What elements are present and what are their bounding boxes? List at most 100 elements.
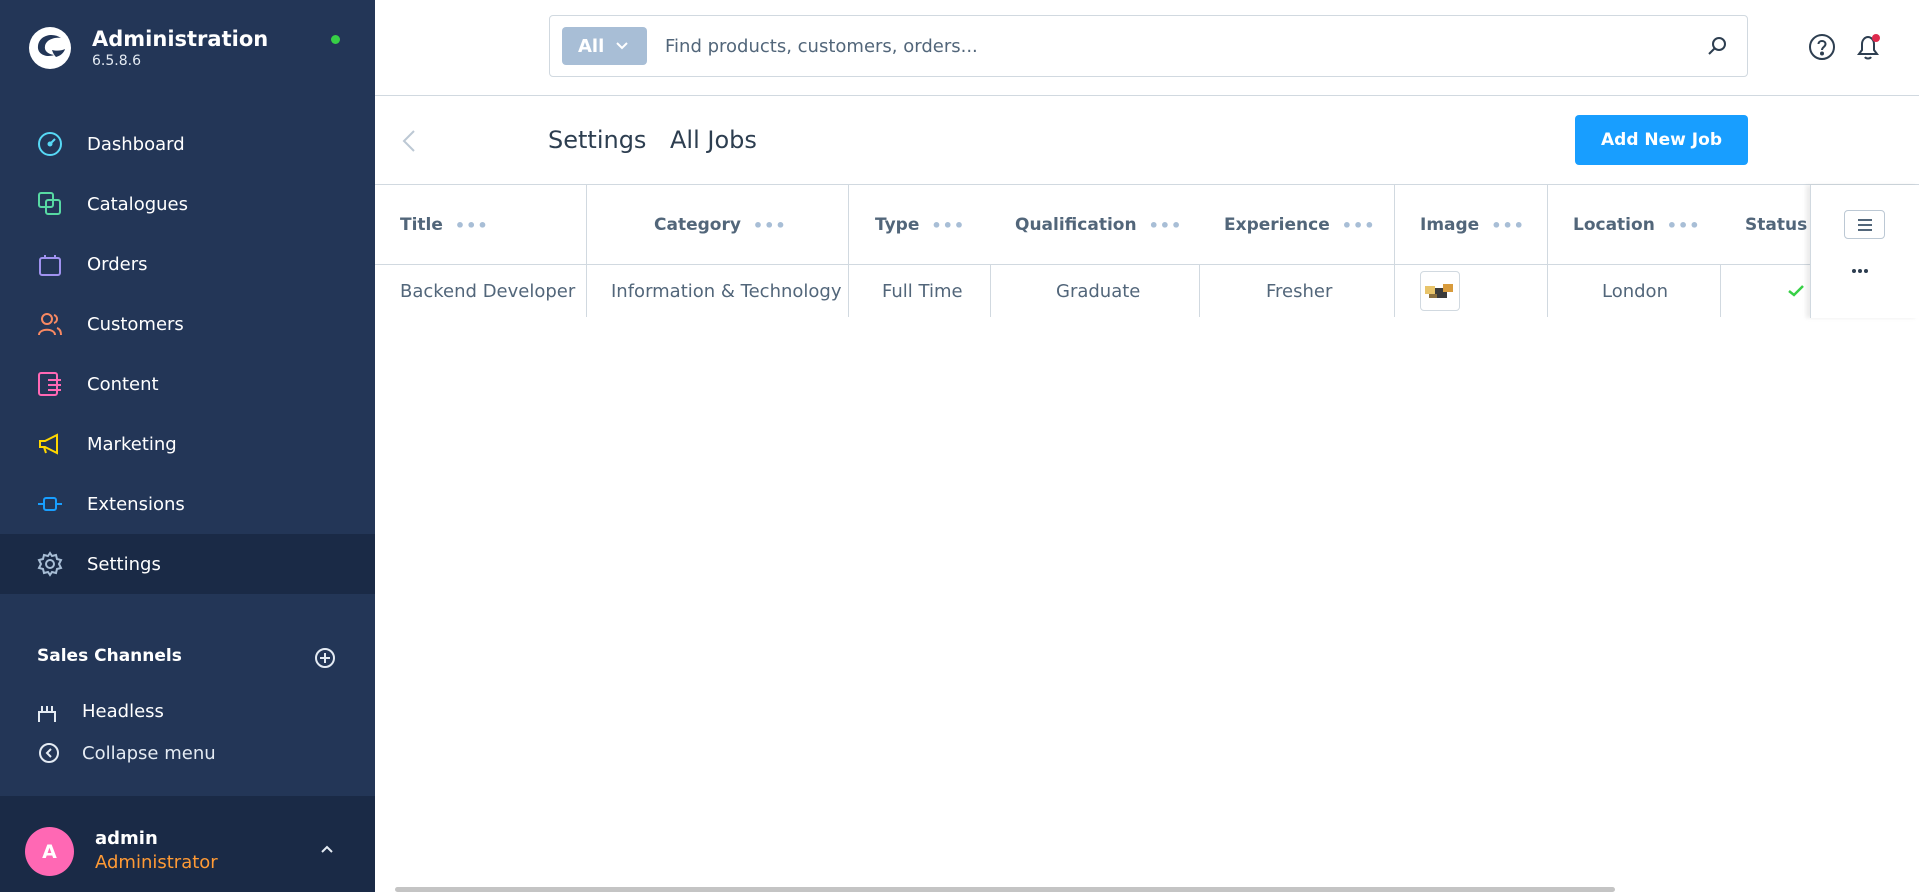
user-role: Administrator <box>95 852 218 873</box>
app-version: 6.5.8.6 <box>92 53 141 69</box>
status-indicator <box>331 35 340 44</box>
column-header-image[interactable]: Image ••• <box>1420 185 1525 265</box>
column-menu-icon[interactable]: ••• <box>1667 216 1701 235</box>
column-header-label: Title <box>400 215 443 235</box>
column-header-label: Experience <box>1224 215 1330 235</box>
breadcrumb-settings[interactable]: Settings <box>548 126 646 154</box>
column-header-label: Location <box>1573 215 1655 235</box>
table-row[interactable]: Backend Developer Information & Technolo… <box>375 265 1919 317</box>
column-divider <box>586 185 587 265</box>
cell-category: Information & Technology <box>611 280 842 302</box>
sidebar-item-catalogues[interactable]: Catalogues <box>0 174 375 234</box>
column-divider <box>1394 185 1395 265</box>
avatar: A <box>25 827 74 876</box>
sidebar-item-settings[interactable]: Settings <box>0 534 375 594</box>
users-icon <box>36 310 64 338</box>
column-header-experience[interactable]: Experience ••• <box>1224 185 1375 265</box>
column-header-label: Qualification <box>1015 215 1137 235</box>
global-search: All <box>549 15 1748 77</box>
catalogue-icon <box>36 190 64 218</box>
column-divider <box>1547 185 1548 265</box>
smart-bar: Settings All Jobs Add New Job <box>375 96 1919 185</box>
column-menu-icon[interactable]: ••• <box>1491 216 1525 235</box>
back-arrow-icon[interactable] <box>402 129 416 153</box>
dashboard-icon <box>36 130 64 158</box>
horizontal-scrollbar[interactable] <box>395 887 1615 892</box>
megaphone-icon <box>36 430 64 458</box>
sales-channels-title: Sales Channels <box>37 646 182 666</box>
column-divider <box>1199 265 1200 317</box>
row-actions-icon[interactable] <box>1851 268 1869 274</box>
column-divider <box>848 185 849 265</box>
storefront-icon <box>38 706 56 722</box>
column-header-label: Type <box>875 215 920 235</box>
sidebar-item-label: Content <box>87 373 159 395</box>
help-icon[interactable] <box>1808 33 1836 61</box>
job-image-thumbnail[interactable] <box>1420 271 1460 311</box>
sidebar-item-dashboard[interactable]: Dashboard <box>0 114 375 174</box>
column-header-qualification[interactable]: Qualification ••• <box>1015 185 1182 265</box>
sidebar-item-content[interactable]: Content <box>0 354 375 414</box>
sidebar-item-label: Customers <box>87 313 184 335</box>
grid-actions-column <box>1810 185 1919 318</box>
cell-qualification: Graduate <box>1056 280 1141 302</box>
main-navigation: Dashboard Catalogues Orders Customers Co… <box>0 114 375 594</box>
jobs-grid: Title ••• Category ••• Type ••• Qualificati… <box>375 185 1919 318</box>
collapse-menu-button[interactable]: Collapse menu <box>38 742 216 764</box>
top-bar: All <box>375 0 1919 96</box>
column-divider <box>1394 265 1395 317</box>
collapse-chevron-icon <box>39 743 59 763</box>
plug-icon <box>36 490 64 518</box>
column-header-category[interactable]: Category ••• <box>654 185 787 265</box>
search-icon[interactable] <box>1706 35 1728 57</box>
sidebar-item-orders[interactable]: Orders <box>0 234 375 294</box>
column-header-type[interactable]: Type ••• <box>875 185 965 265</box>
page-title: All Jobs <box>670 126 757 154</box>
chevron-down-icon <box>616 42 628 50</box>
column-header-label: Image <box>1420 215 1480 235</box>
column-menu-icon[interactable]: ••• <box>753 216 787 235</box>
job-image-icon <box>1425 284 1453 298</box>
column-header-title[interactable]: Title ••• <box>400 185 489 265</box>
notification-bell-icon[interactable] <box>1853 32 1883 62</box>
sidebar-item-extensions[interactable]: Extensions <box>0 474 375 534</box>
sales-channel-label: Headless <box>82 701 164 722</box>
user-name: admin <box>95 828 158 849</box>
sidebar-item-label: Extensions <box>87 493 185 515</box>
cell-image <box>1420 265 1460 317</box>
add-sales-channel-icon[interactable] <box>314 647 336 669</box>
column-settings-button[interactable] <box>1844 210 1885 239</box>
column-divider <box>1720 265 1721 317</box>
sidebar-item-label: Settings <box>87 553 161 575</box>
list-settings-icon <box>1857 218 1872 231</box>
search-input[interactable] <box>665 28 1665 64</box>
column-divider <box>1547 265 1548 317</box>
column-menu-icon[interactable]: ••• <box>931 216 965 235</box>
cell-title: Backend Developer <box>400 280 576 302</box>
column-header-status[interactable]: Status <box>1745 185 1807 265</box>
add-new-job-button[interactable]: Add New Job <box>1575 115 1748 165</box>
column-menu-icon[interactable]: ••• <box>1342 216 1376 235</box>
column-header-location[interactable]: Location ••• <box>1573 185 1700 265</box>
sidebar-item-marketing[interactable]: Marketing <box>0 414 375 474</box>
column-header-label: Category <box>654 215 741 235</box>
app-title: Administration <box>92 27 269 51</box>
cell-experience: Fresher <box>1266 280 1333 302</box>
grid-header: Title ••• Category ••• Type ••• Qualificati… <box>375 185 1919 265</box>
checkmark-icon <box>1788 285 1804 297</box>
sidebar-item-customers[interactable]: Customers <box>0 294 375 354</box>
column-divider <box>586 265 587 317</box>
column-menu-icon[interactable]: ••• <box>1149 216 1183 235</box>
sidebar-item-label: Marketing <box>87 433 177 455</box>
column-menu-icon[interactable]: ••• <box>455 216 489 235</box>
column-divider <box>848 265 849 317</box>
cell-type: Full Time <box>882 280 963 302</box>
user-menu[interactable]: A admin Administrator <box>0 796 375 892</box>
column-divider <box>990 265 991 317</box>
gear-icon <box>36 550 64 578</box>
chevron-up-icon[interactable] <box>320 844 334 854</box>
sales-channel-item[interactable]: Headless <box>36 700 336 722</box>
shopware-logo-icon[interactable] <box>28 26 72 70</box>
search-type-select[interactable]: All <box>562 27 647 65</box>
shopping-bag-icon <box>36 250 64 278</box>
